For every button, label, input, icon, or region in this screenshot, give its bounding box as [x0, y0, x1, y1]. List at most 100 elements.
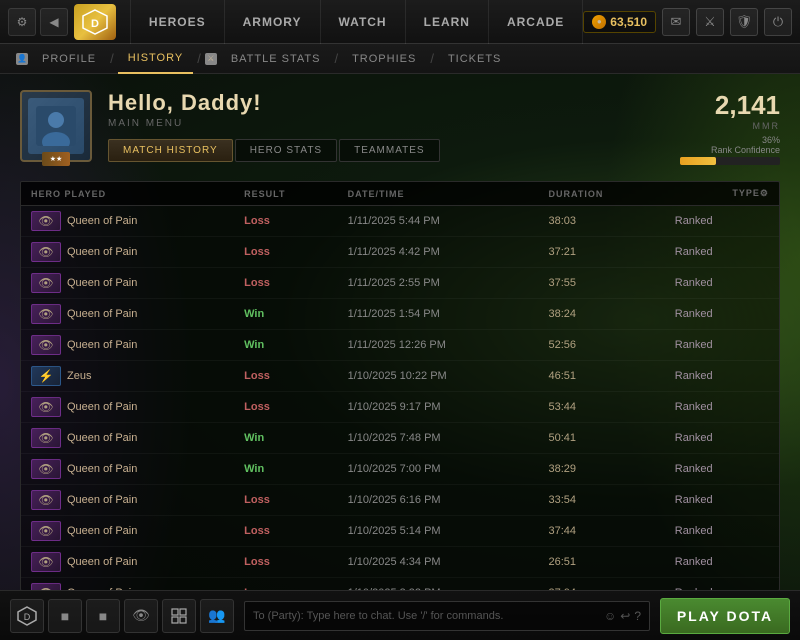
duration-cell: 52:56: [539, 330, 665, 361]
type-cell: Ranked: [665, 392, 779, 423]
profile-name: Hello, Daddy!: [108, 90, 604, 116]
watch-icon-btn[interactable]: 👁: [124, 599, 158, 633]
duration-cell: 37:55: [539, 268, 665, 299]
datetime-cell: 1/11/2025 2:55 PM: [338, 268, 539, 299]
table-row[interactable]: 👁 Queen of Pain Loss 1/11/2025 4:42 PM 3…: [21, 237, 779, 268]
duration-cell: 50:41: [539, 423, 665, 454]
avatar-badge: ★★: [42, 152, 70, 166]
duration-cell: 37:04: [539, 578, 665, 592]
sub-nav-profile[interactable]: PROFILE: [32, 44, 106, 74]
result-cell: Win: [234, 423, 337, 454]
bottom-btn-1[interactable]: ■: [48, 599, 82, 633]
confidence-bar-bg: [680, 157, 780, 165]
hero-cell: 👁 Queen of Pain: [21, 268, 234, 299]
match-table-container[interactable]: HERO PLAYED RESULT DATE/TIME DURATION TY…: [20, 181, 780, 591]
mmr-value: 2,141: [620, 90, 780, 121]
datetime-cell: 1/10/2025 5:14 PM: [338, 516, 539, 547]
chat-help-icon[interactable]: ?: [634, 609, 641, 623]
duration-cell: 38:24: [539, 299, 665, 330]
table-row[interactable]: 👁 Queen of Pain Win 1/11/2025 1:54 PM 38…: [21, 299, 779, 330]
col-type: TYPE⚙: [665, 182, 779, 206]
table-row[interactable]: 👁 Queen of Pain Win 1/11/2025 12:26 PM 5…: [21, 330, 779, 361]
dota-bottom-icon[interactable]: D: [10, 599, 44, 633]
coins-display: ● 63,510: [583, 11, 656, 33]
nav-arcade[interactable]: ARCADE: [489, 0, 583, 44]
sub-nav-trophies[interactable]: TROPHIES: [342, 44, 426, 74]
result-cell: Loss: [234, 392, 337, 423]
dota-logo[interactable]: D: [74, 4, 116, 40]
datetime-cell: 1/11/2025 1:54 PM: [338, 299, 539, 330]
table-row[interactable]: 👁 Queen of Pain Loss 1/10/2025 3:32 PM 3…: [21, 578, 779, 592]
mail-icon-btn[interactable]: ✉: [662, 8, 690, 36]
shield-icon-btn[interactable]: 🛡: [730, 8, 758, 36]
hero-cell: 👁 Queen of Pain: [21, 454, 234, 485]
sub-nav-tickets[interactable]: TICKETS: [438, 44, 511, 74]
table-row[interactable]: 👁 Queen of Pain Loss 1/10/2025 4:34 PM 2…: [21, 547, 779, 578]
datetime-cell: 1/10/2025 7:00 PM: [338, 454, 539, 485]
type-cell: Ranked: [665, 547, 779, 578]
datetime-cell: 1/11/2025 4:42 PM: [338, 237, 539, 268]
tab-bar: MATCH HISTORY HERO STATS TEAMMATES: [108, 139, 604, 162]
nav-learn[interactable]: LEARN: [406, 0, 489, 44]
datetime-cell: 1/11/2025 12:26 PM: [338, 330, 539, 361]
sub-nav-battle-stats[interactable]: BATTLE STATS: [221, 44, 331, 74]
rank-confidence-label: 36%: [620, 135, 780, 145]
duration-cell: 37:44: [539, 516, 665, 547]
table-row[interactable]: 👁 Queen of Pain Win 1/10/2025 7:00 PM 38…: [21, 454, 779, 485]
bottom-btn-2[interactable]: ■: [86, 599, 120, 633]
hero-cell: 👁 Queen of Pain: [21, 423, 234, 454]
table-header-row: HERO PLAYED RESULT DATE/TIME DURATION TY…: [21, 182, 779, 206]
profile-section: ★★ Hello, Daddy! MAIN MENU MATCH HISTORY…: [20, 90, 780, 165]
hero-cell: 👁 Queen of Pain: [21, 206, 234, 237]
type-cell: Ranked: [665, 454, 779, 485]
bottom-bar: D ■ ■ 👁 👥 To (Party): Type here to chat.…: [0, 590, 800, 640]
sub-nav-history[interactable]: HISTORY: [118, 44, 194, 74]
nav-armory[interactable]: ARMORY: [225, 0, 321, 44]
datetime-cell: 1/10/2025 9:17 PM: [338, 392, 539, 423]
table-row[interactable]: 👁 Queen of Pain Loss 1/10/2025 9:17 PM 5…: [21, 392, 779, 423]
table-row[interactable]: 👁 Queen of Pain Win 1/10/2025 7:48 PM 50…: [21, 423, 779, 454]
chat-icon-2[interactable]: ↩: [620, 609, 630, 623]
type-cell: Ranked: [665, 485, 779, 516]
result-cell: Loss: [234, 516, 337, 547]
rank-section: 2,141 MMR 36% Rank Confidence: [620, 90, 780, 165]
table-row[interactable]: 👁 Queen of Pain Loss 1/10/2025 5:14 PM 3…: [21, 516, 779, 547]
chat-area[interactable]: To (Party): Type here to chat. Use '/' f…: [244, 601, 650, 631]
play-dota-button[interactable]: PLAY DOTA: [660, 598, 790, 634]
duration-cell: 26:51: [539, 547, 665, 578]
duration-cell: 37:21: [539, 237, 665, 268]
datetime-cell: 1/10/2025 4:34 PM: [338, 547, 539, 578]
duration-cell: 33:54: [539, 485, 665, 516]
tab-hero-stats[interactable]: HERO STATS: [235, 139, 337, 162]
sub-nav: 👤 PROFILE / HISTORY / ⚔ BATTLE STATS / T…: [0, 44, 800, 74]
hero-cell: 👁 Queen of Pain: [21, 237, 234, 268]
bottom-icons: D ■ ■ 👁 👥: [10, 599, 234, 633]
table-row[interactable]: 👁 Queen of Pain Loss 1/11/2025 5:44 PM 3…: [21, 206, 779, 237]
nav-heroes[interactable]: HEROES: [130, 0, 225, 44]
table-row[interactable]: 👁 Queen of Pain Loss 1/10/2025 6:16 PM 3…: [21, 485, 779, 516]
table-row[interactable]: ⚡ Zeus Loss 1/10/2025 10:22 PM 46:51 Ran…: [21, 361, 779, 392]
col-datetime: DATE/TIME: [338, 182, 539, 206]
hero-cell: 👁 Queen of Pain: [21, 392, 234, 423]
col-hero: HERO PLAYED: [21, 182, 234, 206]
profile-icon-btn[interactable]: [162, 599, 196, 633]
tab-match-history[interactable]: MATCH HISTORY: [108, 139, 233, 162]
col-settings-icon[interactable]: ⚙: [760, 188, 769, 199]
power-icon-btn[interactable]: ⏻: [764, 8, 792, 36]
coin-amount: 63,510: [610, 15, 647, 29]
svg-text:D: D: [24, 612, 31, 622]
tab-teammates[interactable]: TEAMMATES: [339, 139, 439, 162]
settings-icon-btn[interactable]: ⚙: [8, 8, 36, 36]
hero-cell: 👁 Queen of Pain: [21, 547, 234, 578]
duration-cell: 46:51: [539, 361, 665, 392]
nav-watch[interactable]: WATCH: [321, 0, 406, 44]
emoji-icon[interactable]: ☺: [604, 609, 616, 623]
result-cell: Loss: [234, 578, 337, 592]
back-icon-btn[interactable]: ◀: [40, 8, 68, 36]
type-cell: Ranked: [665, 268, 779, 299]
duration-cell: 53:44: [539, 392, 665, 423]
table-row[interactable]: 👁 Queen of Pain Loss 1/11/2025 2:55 PM 3…: [21, 268, 779, 299]
items-icon-btn[interactable]: ⚔: [696, 8, 724, 36]
social-icon-btn[interactable]: 👥: [200, 599, 234, 633]
type-cell: Ranked: [665, 516, 779, 547]
